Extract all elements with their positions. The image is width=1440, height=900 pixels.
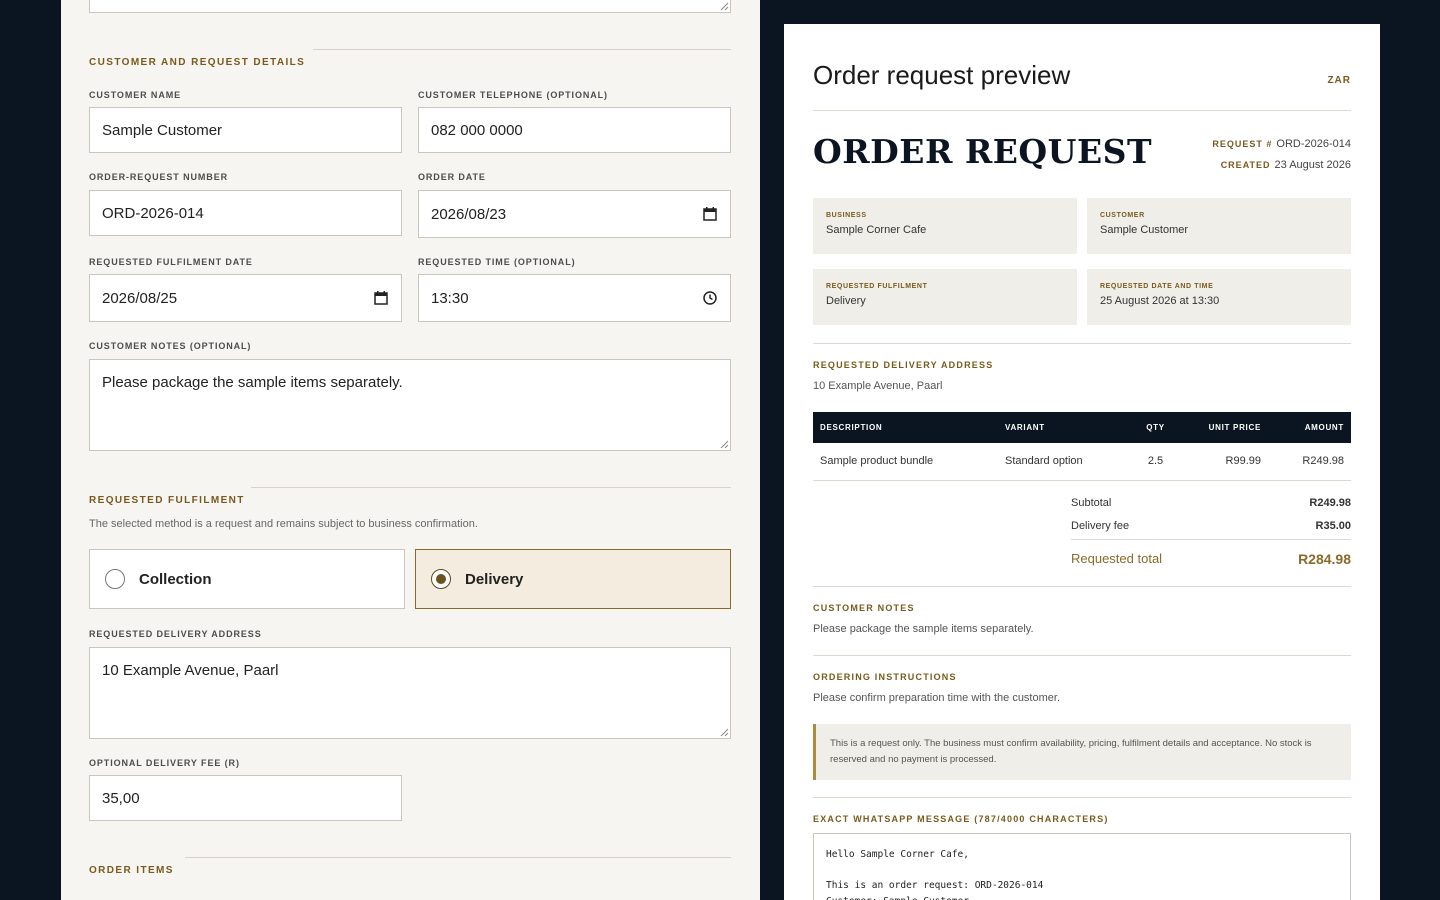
customer-name-input[interactable]: Sample Customer [89,107,402,153]
preview-title: Order request preview [813,60,1071,90]
delivery-option[interactable]: Delivery [415,549,731,609]
whatsapp-message-heading: EXACT WHATSAPP MESSAGE (787/4000 CHARACT… [813,814,1109,824]
order-request-number-label: ORDER-REQUEST NUMBER [89,172,229,182]
requested-total-row: Requested total R284.98 [1071,551,1351,567]
delivery-fee-row: Delivery fee R35.00 [1071,520,1351,532]
divider [813,586,1351,587]
customer-name-label: CUSTOMER NAME [89,90,182,100]
collection-option[interactable]: Collection [89,549,405,609]
subtotal-row: Subtotal R249.98 [1071,497,1351,509]
fulfilment-note: The selected method is a request and rem… [89,518,478,530]
divider [813,110,1351,111]
customer-notes-label: CUSTOMER NOTES (OPTIONAL) [89,341,252,351]
cell-amount: R249.98 [1268,443,1351,481]
divider [813,343,1351,344]
col-variant: VARIANT [998,412,1133,443]
col-unit-price: UNIT PRICE [1178,412,1268,443]
previous-textarea[interactable] [89,0,731,13]
delivery-radio[interactable] [431,569,451,589]
customer-telephone-input[interactable]: 082 000 0000 [418,107,731,153]
request-number: REQUEST # ORD-2026-014 [1212,138,1351,150]
delivery-address-label: REQUESTED DELIVERY ADDRESS [89,629,262,639]
order-request-number-input[interactable]: ORD-2026-014 [89,190,402,236]
created-date: CREATED 23 August 2026 [1220,159,1351,171]
requested-time-label: REQUESTED TIME (OPTIONAL) [418,257,576,267]
resize-grip-icon[interactable] [720,728,729,737]
calendar-icon[interactable] [702,206,718,222]
customer-card: CUSTOMER Sample Customer [1087,198,1351,254]
customer-section-heading: CUSTOMER AND REQUEST DETAILS [89,49,731,71]
customer-telephone-label: CUSTOMER TELEPHONE (OPTIONAL) [418,90,608,100]
customer-notes-heading: CUSTOMER NOTES [813,603,915,613]
disclaimer-box: This is a request only. The business mus… [813,724,1351,780]
clock-icon[interactable] [702,290,718,306]
cell-variant: Standard option [998,443,1133,481]
ordering-instructions-heading: ORDERING INSTRUCTIONS [813,672,957,682]
delivery-address-text: 10 Example Avenue, Paarl [813,380,943,392]
datetime-card: REQUESTED DATE AND TIME 25 August 2026 a… [1087,269,1351,325]
customer-notes-textarea[interactable]: Please package the sample items separate… [89,359,731,451]
order-date-label: ORDER DATE [418,172,486,182]
col-amount: AMOUNT [1268,412,1351,443]
cell-description: Sample product bundle [813,443,998,481]
cell-qty: 2.5 [1133,443,1178,481]
whatsapp-message-box[interactable]: Hello Sample Corner Cafe, This is an ord… [813,833,1351,900]
ordering-instructions-text: Please confirm preparation time with the… [813,692,1061,704]
order-date-input[interactable]: 2026/08/23 [418,190,731,238]
fulfilment-section-heading: REQUESTED FULFILMENT [89,487,731,509]
fulfilment-date-input[interactable]: 2026/08/25 [89,274,402,322]
table-row: Sample product bundle Standard option 2.… [813,443,1351,481]
document-title: ORDER REQUEST [813,132,1152,171]
cell-unit-price: R99.99 [1178,443,1268,481]
collection-radio[interactable] [105,569,125,589]
requested-time-input[interactable]: 13:30 [418,274,731,322]
customer-notes-text: Please package the sample items separate… [813,623,1034,635]
order-form-panel: CUSTOMER AND REQUEST DETAILS CUSTOMER NA… [61,0,760,900]
delivery-address-heading: REQUESTED DELIVERY ADDRESS [813,360,994,370]
items-table: DESCRIPTION VARIANT QTY UNIT PRICE AMOUN… [813,412,1351,481]
divider [813,655,1351,656]
delivery-fee-input[interactable]: 35,00 [89,775,402,821]
currency-badge: ZAR [1327,75,1351,86]
resize-grip-icon[interactable] [720,440,729,449]
col-qty: QTY [1133,412,1178,443]
calendar-icon[interactable] [373,290,389,306]
fulfilment-date-label: REQUESTED FULFILMENT DATE [89,257,253,267]
delivery-fee-label: OPTIONAL DELIVERY FEE (R) [89,758,240,768]
divider [813,797,1351,798]
fulfilment-card: REQUESTED FULFILMENT Delivery [813,269,1077,325]
col-description: DESCRIPTION [813,412,998,443]
order-preview-panel: Order request preview ZAR ORDER REQUEST … [784,24,1380,900]
order-items-heading: ORDER ITEMS [89,857,731,879]
business-card: BUSINESS Sample Corner Cafe [813,198,1077,254]
table-header-row: DESCRIPTION VARIANT QTY UNIT PRICE AMOUN… [813,412,1351,443]
delivery-address-textarea[interactable]: 10 Example Avenue, Paarl [89,647,731,739]
divider [1071,539,1351,540]
resize-grip-icon[interactable] [720,2,729,11]
